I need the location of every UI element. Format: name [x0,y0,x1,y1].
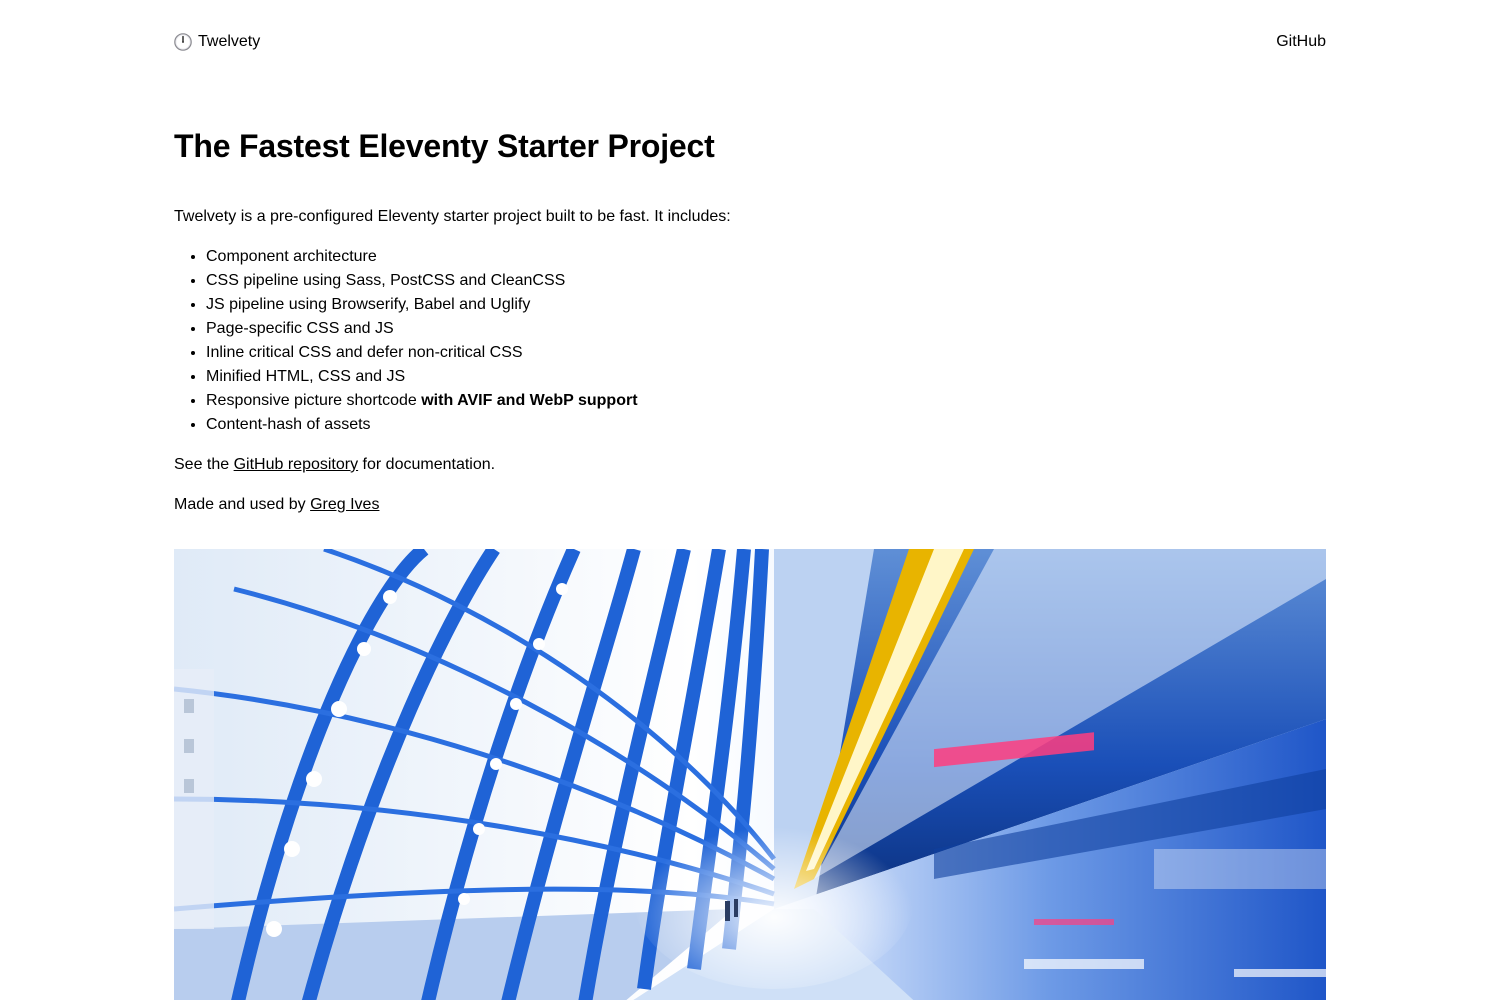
clock-icon [174,33,192,51]
home-link[interactable]: Twelvety [174,33,260,51]
nav-github-link[interactable]: GitHub [1276,33,1326,51]
page-title: The Fastest Eleventy Starter Project [174,128,715,164]
author-link[interactable]: Greg Ives [310,496,379,513]
main-content: The Fastest Eleventy Starter Project Twe… [174,126,1326,1000]
list-item: JS pipeline using Browserify, Babel and … [206,293,1326,317]
list-item-text: Responsive picture shortcode [206,392,422,409]
feature-list: Component architecture CSS pipeline usin… [174,245,1326,437]
list-item: Inline critical CSS and defer non-critic… [206,341,1326,365]
docs-text-before: See the [174,456,234,473]
docs-text-after: for documentation. [358,456,496,473]
list-item: CSS pipeline using Sass, PostCSS and Cle… [206,269,1326,293]
docs-paragraph: See the GitHub repository for documentat… [174,453,1326,477]
made-by-text: Made and used by [174,496,311,513]
list-item: Responsive picture shortcode with AVIF a… [206,389,1326,413]
intro-text: Twelvety is a pre-configured Eleventy st… [174,208,731,225]
list-item: Component architecture [206,245,1326,269]
list-item: Page-specific CSS and JS [206,317,1326,341]
site-name: Twelvety [198,33,261,50]
page: Twelvety GitHub The Fastest Eleventy Sta… [174,0,1326,1000]
list-item: Content-hash of assets [206,413,1326,437]
list-item: Minified HTML, CSS and JS [206,365,1326,389]
github-repository-link[interactable]: GitHub repository [234,456,359,473]
hero-image [174,549,1326,1000]
made-by-paragraph: Made and used by Greg Ives [174,493,1326,517]
site-header: Twelvety GitHub [174,0,1326,88]
list-item-bold-text: with AVIF and WebP support [421,392,638,409]
